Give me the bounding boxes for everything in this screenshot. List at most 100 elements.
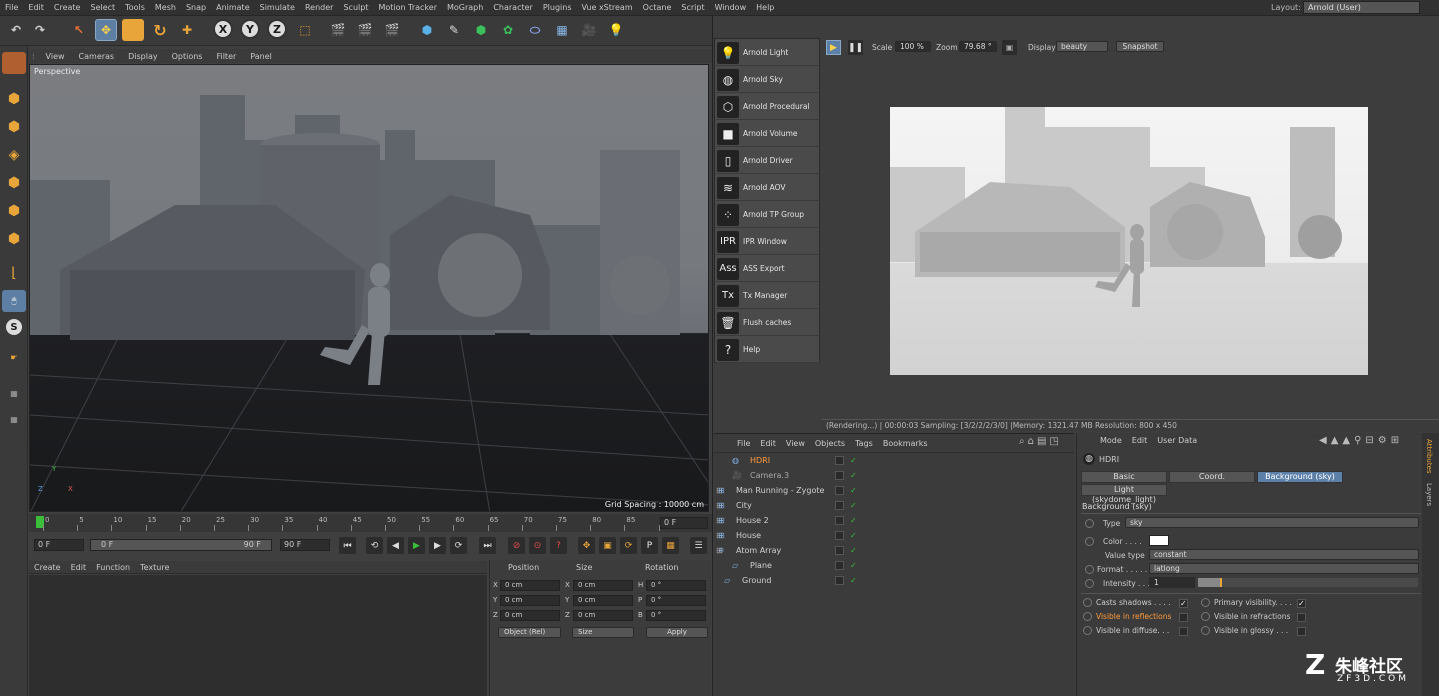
play-icon[interactable]: ▶ [408, 537, 425, 554]
object-visibility-toggle[interactable] [835, 546, 844, 555]
x-axis-lock-button[interactable]: X [213, 19, 233, 39]
object-visibility-toggle[interactable] [835, 561, 844, 570]
viewport-menu-display[interactable]: Display [121, 52, 165, 61]
object-row-house[interactable]: ⊞ ⊞ House ✓ [714, 528, 1074, 543]
object-row-plane[interactable]: ▱ Plane ✓ [714, 558, 1074, 573]
object-visibility-toggle[interactable] [835, 501, 844, 510]
animate-toggle-icon[interactable] [1083, 598, 1092, 607]
menu-item-simulate[interactable]: Simulate [255, 3, 300, 12]
menu-item-help[interactable]: Help [751, 3, 779, 12]
polygons-mode-icon[interactable]: ⬢ [2, 228, 26, 250]
menu-item-create[interactable]: Create [49, 3, 86, 12]
ipr-start-icon[interactable]: ▶ [826, 40, 841, 55]
menu-item-octane[interactable]: Octane [638, 3, 677, 12]
size-x-field[interactable]: 0 cm [573, 580, 633, 591]
menu-item-plugins[interactable]: Plugins [538, 3, 577, 12]
deformer-icon[interactable]: ⬭ [524, 19, 546, 41]
viewport-menu-cameras[interactable]: Cameras [72, 52, 122, 61]
attribute-menu-user-data[interactable]: User Data [1152, 436, 1202, 445]
arnold-menu-item-arnold-sky[interactable]: ◍ Arnold Sky [716, 67, 820, 93]
arnold-menu-item-arnold-tp-group[interactable]: ⁘ Arnold TP Group [716, 202, 820, 228]
object-enabled-check-icon[interactable]: ✓ [850, 528, 857, 543]
menu-item-window[interactable]: Window [710, 3, 752, 12]
apply-button[interactable]: Apply [646, 627, 708, 638]
object-enabled-check-icon[interactable]: ✓ [850, 453, 857, 468]
next-key-icon[interactable]: ⟳ [450, 537, 467, 554]
tab-basic[interactable]: Basic [1081, 471, 1167, 483]
attribute-nav-icons[interactable]: ◀▲▲⚲⊟⚙⊞ [1319, 435, 1403, 446]
make-editable-icon[interactable] [2, 52, 26, 74]
object-enabled-check-icon[interactable]: ✓ [850, 483, 857, 498]
locked-workplane-icon[interactable]: ▦ [2, 382, 26, 404]
object-row-ground[interactable]: ▱ Ground ✓ [714, 573, 1074, 588]
object-enabled-check-icon[interactable]: ✓ [850, 573, 857, 588]
menu-item-motion-tracker[interactable]: Motion Tracker [373, 3, 442, 12]
model-mode-icon[interactable]: ⬢ [2, 88, 26, 110]
format-dropdown[interactable]: latlong [1149, 563, 1419, 574]
scale-tool-icon[interactable] [122, 19, 144, 41]
intensity-slider-handle[interactable] [1220, 578, 1222, 587]
viewport-menu-panel[interactable]: Panel [243, 52, 279, 61]
arnold-menu-item-help[interactable]: ? Help [716, 337, 820, 363]
rotation-b-field[interactable]: 0 ° [646, 610, 706, 621]
intensity-field[interactable]: 1 [1149, 577, 1195, 588]
tab-light-skydome[interactable]: Light (skydome_light) [1081, 484, 1167, 504]
render-picture-viewer-icon[interactable]: 🎬 [354, 19, 376, 41]
timeline-ruler[interactable]: 051015202530354045505560657075808590 [29, 514, 712, 532]
material-menu-function[interactable]: Function [91, 563, 135, 572]
recent-tools-icon[interactable]: ✚ [176, 19, 198, 41]
arnold-menu-item-ass-export[interactable]: Ass ASS Export [716, 256, 820, 282]
display-dropdown[interactable]: beauty [1056, 41, 1108, 52]
viewport-menu-options[interactable]: Options [165, 52, 210, 61]
key-rotation-icon[interactable]: ⟳ [620, 537, 637, 554]
side-tab-attributes[interactable]: Attributes [1425, 439, 1433, 474]
autokey-icon[interactable]: ⊙ [529, 537, 546, 554]
render-view-icon[interactable]: 🎬 [327, 19, 349, 41]
layout-dropdown[interactable]: Arnold (User) [1303, 1, 1420, 14]
cube-primitive-icon[interactable]: ⬢ [416, 19, 438, 41]
menu-item-select[interactable]: Select [85, 3, 120, 12]
axis-mode-icon[interactable]: ⌊ [2, 262, 26, 284]
previous-key-icon[interactable]: ⟲ [366, 537, 383, 554]
menu-item-tools[interactable]: Tools [120, 3, 150, 12]
checkbox-visible-in-diffuse[interactable] [1179, 627, 1188, 636]
y-axis-lock-button[interactable]: Y [240, 19, 260, 39]
arnold-menu-item-flush-caches[interactable]: 🗑 Flush caches [716, 310, 820, 336]
material-manager-area[interactable] [29, 575, 487, 696]
scale-field[interactable]: 100 % [895, 41, 931, 52]
side-tab-layers[interactable]: Layers [1425, 483, 1433, 506]
menu-item-sculpt[interactable]: Sculpt [338, 3, 373, 12]
start-frame-field[interactable]: 0 F [34, 539, 84, 551]
object-visibility-toggle[interactable] [835, 456, 844, 465]
viewport-menu-filter[interactable]: Filter [209, 52, 243, 61]
go-to-end-icon[interactable]: ⏭ [479, 537, 496, 554]
object-menu-tags[interactable]: Tags [850, 439, 878, 448]
animate-toggle-icon[interactable] [1083, 626, 1092, 635]
subdivision-icon[interactable]: ⬢ [470, 19, 492, 41]
timeline-window-icon[interactable]: ☰ [690, 537, 707, 554]
object-enabled-check-icon[interactable]: ✓ [850, 498, 857, 513]
object-enabled-check-icon[interactable]: ✓ [850, 543, 857, 558]
camera-icon[interactable]: 🎥 [578, 19, 600, 41]
undo-icon[interactable]: ↶ [5, 19, 27, 41]
object-visibility-toggle[interactable] [835, 471, 844, 480]
edges-mode-icon[interactable]: ⬢ [2, 200, 26, 222]
key-pla-icon[interactable]: ▦ [662, 537, 679, 554]
menu-item-script[interactable]: Script [676, 3, 709, 12]
object-visibility-toggle[interactable] [835, 486, 844, 495]
tweak-mode-icon[interactable]: 🖱 [2, 290, 26, 312]
snapshot-button[interactable]: Snapshot [1116, 41, 1164, 52]
z-axis-lock-button[interactable]: Z [267, 19, 287, 39]
object-row-hdri[interactable]: ◍ HDRI ✓ [714, 453, 1074, 468]
object-visibility-toggle[interactable] [835, 576, 844, 585]
floor-scene-icon[interactable]: ▦ [551, 19, 573, 41]
key-scale-icon[interactable]: ▣ [599, 537, 616, 554]
position-y-field[interactable]: 0 cm [500, 595, 560, 606]
soft-selection-icon[interactable]: ☛ [2, 346, 26, 368]
intensity-slider[interactable] [1198, 578, 1418, 587]
animate-toggle-icon[interactable] [1201, 612, 1210, 621]
menu-item-animate[interactable]: Animate [211, 3, 255, 12]
arnold-menu-item-arnold-driver[interactable]: ▯ Arnold Driver [716, 148, 820, 174]
animate-toggle-icon[interactable] [1085, 579, 1094, 588]
checkbox-visible-in-refractions[interactable] [1297, 613, 1306, 622]
